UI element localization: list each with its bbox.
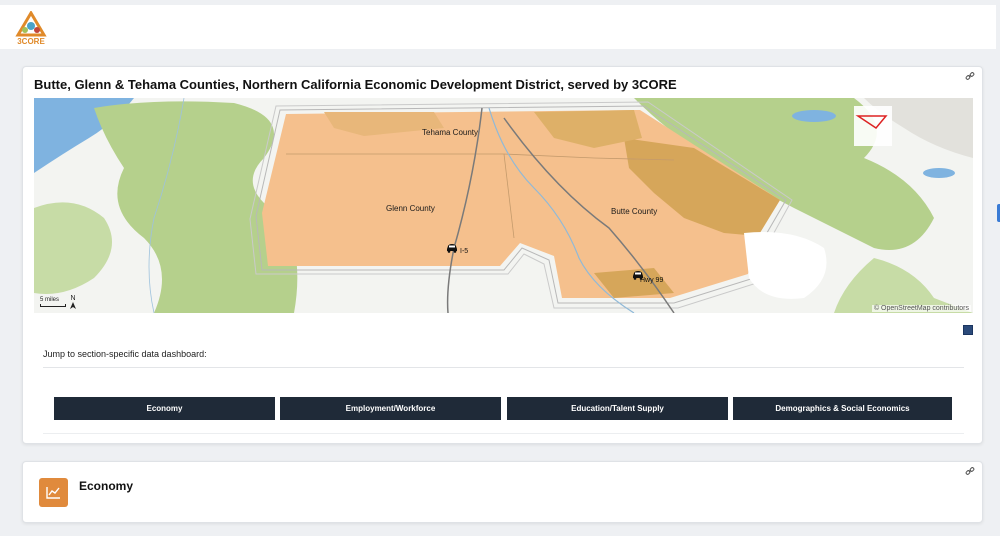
hwy99-label: Hwy 99 bbox=[640, 277, 664, 284]
north-label: N bbox=[70, 295, 76, 302]
map-attribution[interactable]: © OpenStreetMap contributors bbox=[871, 305, 971, 312]
jump-label: Jump to section-specific data dashboard: bbox=[43, 349, 207, 359]
divider bbox=[43, 367, 964, 368]
district-map-card: Butte, Glenn & Tehama Counties, Northern… bbox=[22, 66, 983, 444]
link-icon[interactable] bbox=[965, 466, 975, 476]
demographics-button[interactable]: Demographics & Social Economics bbox=[733, 397, 952, 420]
car-icon bbox=[447, 244, 457, 253]
i5-label: I-5 bbox=[460, 248, 469, 255]
economy-card: Economy bbox=[22, 461, 983, 523]
butte-county-label: Butte County bbox=[611, 207, 658, 216]
map-graphic bbox=[34, 98, 973, 313]
top-bar: 3CORE bbox=[0, 5, 996, 49]
district-map[interactable]: Tehama County Glenn County Butte County … bbox=[34, 98, 973, 313]
employment-workforce-button[interactable]: Employment/Workforce bbox=[280, 397, 501, 420]
scale-label: 5 miles bbox=[40, 297, 60, 303]
3core-logo[interactable]: 3CORE bbox=[15, 10, 47, 47]
logo-mark-icon bbox=[15, 10, 47, 37]
north-arrow-icon bbox=[70, 302, 76, 309]
map-scale: 5 miles bbox=[40, 297, 66, 307]
link-icon[interactable] bbox=[965, 71, 975, 81]
tehama-county-label: Tehama County bbox=[422, 128, 479, 137]
north-arrow: N bbox=[70, 295, 76, 309]
card-title: Butte, Glenn & Tehama Counties, Northern… bbox=[34, 77, 677, 92]
economy-button[interactable]: Economy bbox=[54, 397, 275, 420]
education-talent-button[interactable]: Education/Talent Supply bbox=[507, 397, 728, 420]
economy-title: Economy bbox=[79, 479, 134, 493]
logo-text: 3CORE bbox=[17, 37, 45, 46]
divider bbox=[43, 433, 964, 434]
chart-line-icon bbox=[39, 478, 68, 507]
glenn-county-label: Glenn County bbox=[386, 204, 435, 213]
map-expand-icon[interactable] bbox=[963, 325, 973, 335]
